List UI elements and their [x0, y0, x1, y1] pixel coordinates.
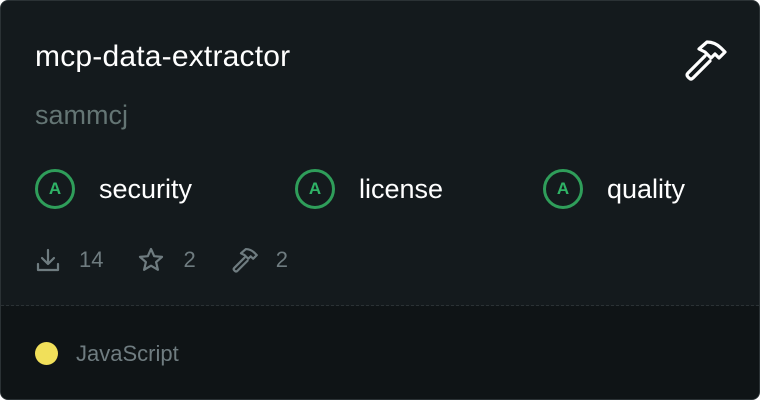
- card-footer: JavaScript: [1, 306, 759, 399]
- downloads-stat: 14: [35, 247, 103, 273]
- stars-stat: 2: [137, 246, 196, 274]
- tools-stat: 2: [230, 246, 288, 274]
- star-icon: [137, 246, 165, 274]
- server-title[interactable]: mcp-data-extractor: [35, 37, 290, 77]
- score-quality[interactable]: A quality: [543, 167, 685, 211]
- stats-row: 14 2 2: [35, 244, 322, 276]
- grade-badge: A: [35, 169, 75, 209]
- score-label-quality: quality: [607, 173, 686, 204]
- score-label-security: security: [99, 173, 193, 204]
- hammer-icon[interactable]: [681, 39, 727, 81]
- stars-count: 2: [183, 247, 196, 272]
- language-label: JavaScript: [76, 341, 179, 366]
- grade-badge: A: [295, 169, 335, 209]
- language-color-dot: [35, 342, 58, 365]
- server-card[interactable]: mcp-data-extractor sammcj A security A l…: [0, 0, 760, 400]
- score-security[interactable]: A security: [35, 167, 192, 211]
- author-link[interactable]: sammcj: [35, 97, 128, 133]
- score-label-license: license: [359, 173, 444, 204]
- card-body: mcp-data-extractor sammcj A security A l…: [1, 1, 759, 305]
- grade-badge: A: [543, 169, 583, 209]
- downloads-count: 14: [79, 247, 104, 272]
- hammer-small-icon: [230, 246, 258, 274]
- tools-count: 2: [275, 247, 288, 272]
- download-icon: [35, 247, 61, 273]
- score-license[interactable]: A license: [295, 167, 443, 211]
